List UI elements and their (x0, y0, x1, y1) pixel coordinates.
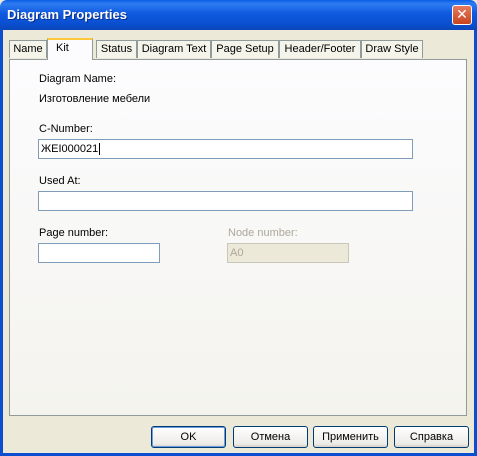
help-button[interactable]: Справка (394, 426, 469, 448)
diagram-name-value: Изготовление мебели (39, 93, 151, 105)
used-at-field[interactable] (38, 191, 413, 211)
page-number-label: Page number: (39, 227, 109, 239)
tab-diagram-text[interactable]: Diagram Text (137, 40, 211, 58)
page-number-field[interactable] (38, 243, 160, 263)
used-at-label: Used At: (39, 175, 81, 187)
c-number-field[interactable]: ЖЕI000021 (38, 139, 413, 159)
tab-page-setup[interactable]: Page Setup (211, 40, 279, 58)
c-number-text: ЖЕI000021 (41, 143, 99, 155)
tab-status[interactable]: Status (96, 40, 137, 58)
cancel-button[interactable]: Отмена (233, 426, 308, 448)
tab-kit[interactable]: Kit (47, 38, 93, 60)
close-icon[interactable]: ✕ (452, 5, 472, 25)
apply-button[interactable]: Применить (313, 426, 388, 448)
tab-header-footer[interactable]: Header/Footer (279, 40, 361, 58)
node-number-label: Node number: (228, 227, 298, 239)
c-number-label: C-Number: (39, 123, 93, 135)
tab-draw-style[interactable]: Draw Style (361, 40, 423, 58)
window-title: Diagram Properties (7, 7, 127, 22)
ok-button[interactable]: OK (151, 426, 226, 448)
tab-name[interactable]: Name (9, 40, 47, 58)
title-bar: Diagram Properties ✕ (0, 0, 477, 30)
diagram-name-label: Diagram Name: (39, 73, 117, 85)
text-caret (99, 143, 101, 156)
node-number-field: A0 (227, 243, 349, 263)
